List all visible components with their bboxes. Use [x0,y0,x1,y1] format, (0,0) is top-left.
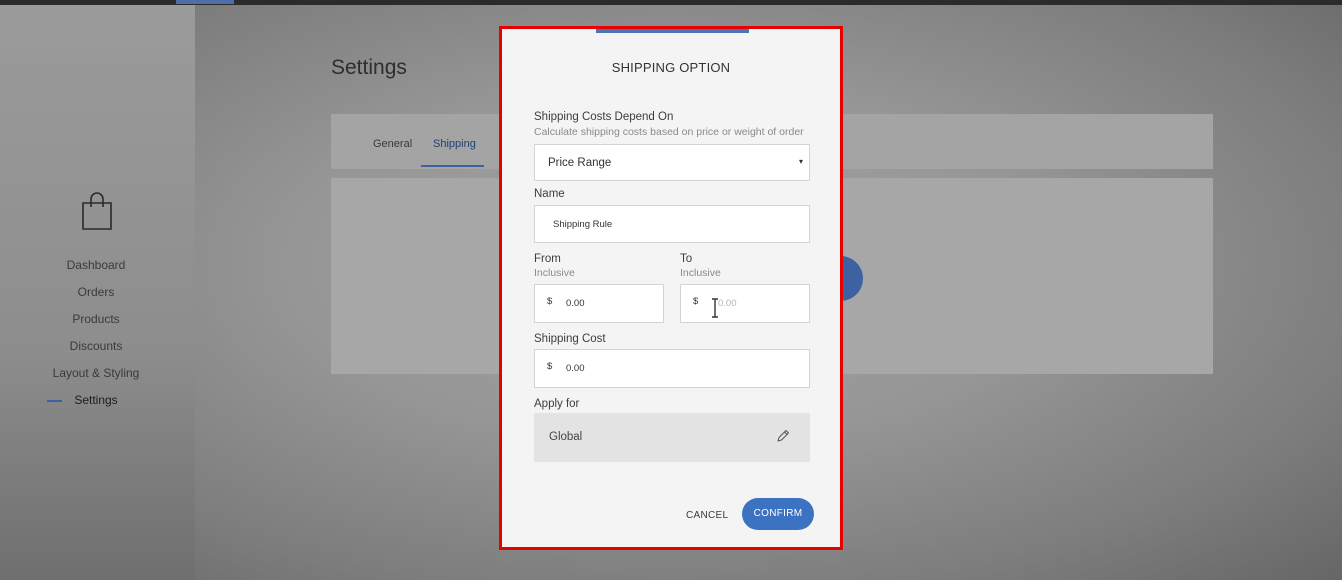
depend-on-label: Shipping Costs Depend On [534,111,674,123]
text-cursor-icon [712,298,718,318]
page-title: Settings [331,56,407,79]
sidebar-item-orders[interactable]: Orders [0,282,192,309]
tab-shipping[interactable]: Shipping [433,138,476,150]
to-hint: Inclusive [680,267,721,279]
sidebar-item-settings[interactable]: Settings [0,390,192,417]
active-tab-indicator [421,165,484,167]
to-currency: $ [693,296,699,307]
shipping-cost-field[interactable]: $ 0.00 [534,349,810,388]
to-field[interactable]: $ 0.00 [680,284,810,323]
cancel-button[interactable]: CANCEL [686,510,728,521]
shipping-cost-value: 0.00 [566,363,585,374]
pencil-icon[interactable] [776,429,790,443]
sidebar-item-dashboard[interactable]: Dashboard [0,255,192,282]
from-field[interactable]: $ 0.00 [534,284,664,323]
apply-for-label: Apply for [534,398,580,410]
depend-on-hint: Calculate shipping costs based on price … [534,126,804,138]
depend-on-select[interactable]: Price Range ▾ [534,144,810,181]
from-label: From [534,253,561,265]
sidebar-nav: Dashboard Orders Products Discounts Layo… [0,255,195,417]
confirm-button[interactable]: CONFIRM [742,498,814,530]
sidebar: Dashboard Orders Products Discounts Layo… [0,5,195,580]
sidebar-item-discounts[interactable]: Discounts [0,336,192,363]
from-hint: Inclusive [534,267,575,279]
from-value: 0.00 [566,298,585,309]
shopping-bag-icon [82,192,112,230]
apply-for-selector[interactable]: Global [534,413,810,462]
name-value: Shipping Rule [553,219,613,230]
name-field[interactable]: Shipping Rule [534,205,810,243]
sidebar-item-layout-styling[interactable]: Layout & Styling [0,363,192,390]
to-placeholder: 0.00 [718,298,737,309]
shipping-cost-label: Shipping Cost [534,333,606,345]
name-label: Name [534,188,565,200]
sidebar-item-products[interactable]: Products [0,309,192,336]
top-strip-accent [176,0,234,4]
tab-general[interactable]: General [373,138,412,150]
shipping-cost-currency: $ [547,361,553,372]
shipping-option-dialog: SHIPPING OPTION Shipping Costs Depend On… [499,26,843,550]
depend-on-selected-value: Price Range [548,157,612,169]
apply-for-value: Global [549,431,583,443]
dialog-title: SHIPPING OPTION [611,60,731,75]
from-currency: $ [547,296,553,307]
dialog-top-accent [596,29,749,33]
to-label: To [680,253,693,265]
chevron-down-icon: ▾ [798,157,803,166]
